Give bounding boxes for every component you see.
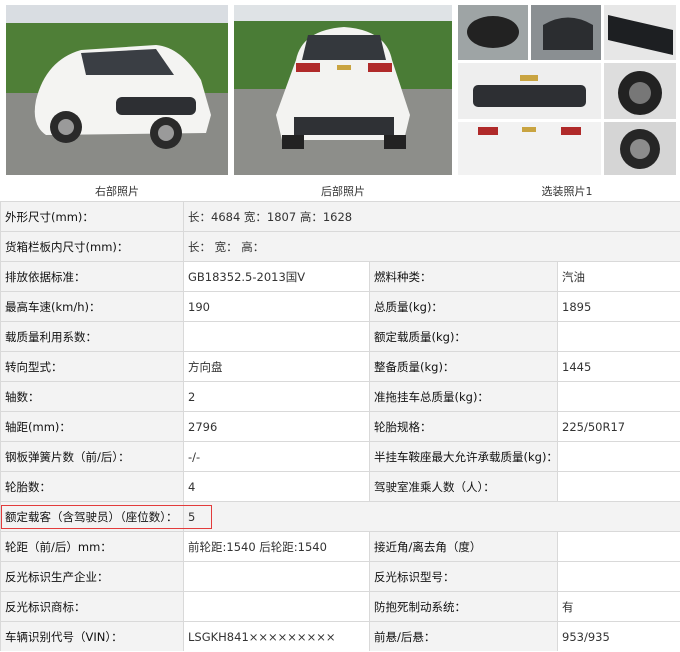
photo-gallery: 右部照片 后部照片 选装照片1 — [0, 0, 680, 200]
spec-row: 转向型式： 方向盘 整备质量(kg)： 1445 — [0, 351, 680, 382]
spec-value — [556, 531, 680, 562]
spec-value — [556, 561, 680, 592]
spec-label: 轮胎规格： — [369, 411, 558, 442]
spec-value: 方向盘 — [183, 351, 370, 382]
spec-label: 接近角/离去角（度） — [369, 531, 558, 562]
spec-label: 反光标识商标： — [0, 591, 184, 622]
spec-value: 225/50R17 — [556, 411, 680, 442]
spec-value — [183, 561, 370, 592]
spec-label: 车辆识别代号（VIN）： — [0, 621, 184, 651]
spec-label: 防抱死制动系统： — [369, 591, 558, 622]
spec-value — [183, 591, 370, 622]
spec-value — [556, 441, 680, 472]
spec-value: LSGKH841××××××××× — [183, 621, 370, 651]
seating-capacity-highlight-box — [1, 505, 212, 529]
photo-caption-rear: 后部照片 — [321, 185, 365, 198]
spec-row: 钢板弹簧片数（前/后）： -/- 半挂车鞍座最大允许承载质量(kg)： — [0, 441, 680, 472]
spec-value: 953/935 — [556, 621, 680, 651]
spec-label: 轴距(mm)： — [0, 411, 184, 442]
spec-label: 准拖挂车总质量(kg)： — [369, 381, 558, 412]
spec-value: 汽油 — [556, 261, 680, 292]
spec-row: 外形尺寸(mm)： 长：4684 宽：1807 高：1628 — [0, 201, 680, 232]
spec-value: 有 — [556, 591, 680, 622]
right-side-photo[interactable] — [6, 5, 228, 175]
spec-value — [183, 321, 370, 352]
spec-label: 轴数： — [0, 381, 184, 412]
spec-row: 反光标识商标： 防抱死制动系统：有 — [0, 591, 680, 622]
spec-row: 最高车速(km/h)： 190 总质量(kg)： 1895 — [0, 291, 680, 322]
photo-caption-optional: 选装照片1 — [541, 185, 593, 198]
spec-row: 货箱栏板内尺寸(mm)： 长： 宽： 高： — [0, 231, 680, 262]
spec-value: 长：4684 宽：1807 高：1628 — [182, 201, 680, 232]
spec-row: 轮胎数： 4 驾驶室准乘人数（人）： — [0, 471, 680, 502]
spec-label: 额定载质量(kg)： — [369, 321, 558, 352]
spec-value: 1895 — [556, 291, 680, 322]
spec-value — [556, 471, 680, 502]
spec-value: 前轮距:1540 后轮距:1540 — [183, 531, 370, 562]
spec-label: 货箱栏板内尺寸(mm)： — [0, 231, 184, 262]
spec-label: 总质量(kg)： — [369, 291, 558, 322]
spec-label: 载质量利用系数： — [0, 321, 184, 352]
spec-label: 燃料种类： — [369, 261, 558, 292]
optional-photos-collage[interactable] — [458, 5, 676, 175]
spec-label: 转向型式： — [0, 351, 184, 382]
spec-label: 排放依据标准： — [0, 261, 184, 292]
spec-label: 半挂车鞍座最大允许承载质量(kg)： — [369, 441, 558, 472]
spec-value: 4 — [183, 471, 370, 502]
spec-label: 反光标识型号： — [369, 561, 558, 592]
spec-label: 整备质量(kg)： — [369, 351, 558, 382]
spec-value: 长： 宽： 高： — [182, 231, 680, 262]
spec-value: 190 — [183, 291, 370, 322]
photo-caption-right: 右部照片 — [95, 185, 139, 198]
spec-label: 前悬/后悬： — [369, 621, 558, 651]
spec-label: 驾驶室准乘人数（人）： — [369, 471, 558, 502]
spec-value: 2796 — [183, 411, 370, 442]
spec-label: 最高车速(km/h)： — [0, 291, 184, 322]
spec-row: 车辆识别代号（VIN）： LSGKH841××××××××× 前悬/后悬： 953/9… — [0, 621, 680, 651]
spec-label: 钢板弹簧片数（前/后）： — [0, 441, 184, 472]
spec-label: 轮胎数： — [0, 471, 184, 502]
spec-label: 轮距（前/后）mm： — [0, 531, 184, 562]
spec-row: 轴距(mm)： 2796 轮胎规格： 225/50R17 — [0, 411, 680, 442]
vehicle-spec-table: 外形尺寸(mm)： 长：4684 宽：1807 高：1628 货箱栏板内尺寸(mm)… — [0, 201, 680, 651]
spec-row: 轮距（前/后）mm： 前轮距:1540 后轮距:1540 接近角/离去角（度） — [0, 531, 680, 562]
spec-value: GB18352.5-2013国Ⅴ — [183, 261, 370, 292]
spec-value: 2 — [183, 381, 370, 412]
spec-row: 排放依据标准： GB18352.5-2013国Ⅴ 燃料种类： 汽油 — [0, 261, 680, 292]
spec-value — [556, 321, 680, 352]
rear-photo[interactable] — [234, 5, 452, 175]
spec-value: 5 — [182, 501, 680, 532]
spec-value — [556, 381, 680, 412]
spec-label: 反光标识生产企业： — [0, 561, 184, 592]
spec-row: 反光标识生产企业： 反光标识型号： — [0, 561, 680, 592]
spec-row: 载质量利用系数： 额定载质量(kg)： — [0, 321, 680, 352]
spec-row: 轴数： 2 准拖挂车总质量(kg)： — [0, 381, 680, 412]
spec-value: -/- — [183, 441, 370, 472]
spec-label: 外形尺寸(mm)： — [0, 201, 184, 232]
spec-value: 1445 — [556, 351, 680, 382]
